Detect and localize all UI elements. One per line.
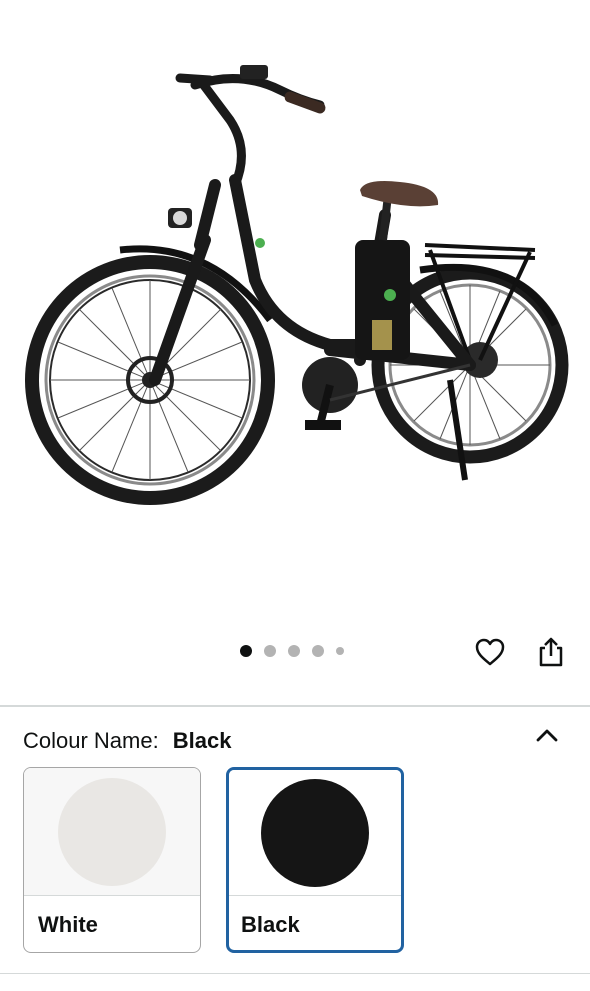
chevron-up-icon xyxy=(536,729,558,742)
swatch-color-white xyxy=(58,777,166,886)
heart-icon xyxy=(475,638,505,666)
swatch-color-black xyxy=(261,778,369,887)
carousel-dot-3[interactable] xyxy=(288,645,300,657)
colour-option-white[interactable]: White xyxy=(23,767,201,953)
wishlist-button[interactable] xyxy=(472,634,508,670)
carousel-dot-1[interactable] xyxy=(240,645,252,657)
swatch-label: Black xyxy=(241,912,300,937)
section-divider xyxy=(0,705,590,707)
bike-illustration: 1STWHEEL xyxy=(25,65,569,505)
swatch-label: White xyxy=(38,912,98,937)
swatch-image xyxy=(229,770,401,896)
variation-header: Colour Name: Black xyxy=(23,727,231,755)
carousel-dot-2[interactable] xyxy=(264,645,276,657)
variation-selected-value: Black xyxy=(172,728,232,753)
section-divider-bottom xyxy=(0,973,590,974)
image-carousel-indicator[interactable] xyxy=(240,645,344,657)
colour-option-black[interactable]: Black xyxy=(226,767,404,953)
swatch-image xyxy=(24,768,200,896)
share-button[interactable] xyxy=(533,634,569,670)
share-icon xyxy=(539,637,563,667)
product-image[interactable]: 1STWHEEL xyxy=(0,0,590,620)
collapse-variations-button[interactable] xyxy=(532,720,562,750)
carousel-dot-4[interactable] xyxy=(312,645,324,657)
variation-label: Colour Name: xyxy=(23,728,159,753)
carousel-dot-5[interactable] xyxy=(336,647,344,655)
